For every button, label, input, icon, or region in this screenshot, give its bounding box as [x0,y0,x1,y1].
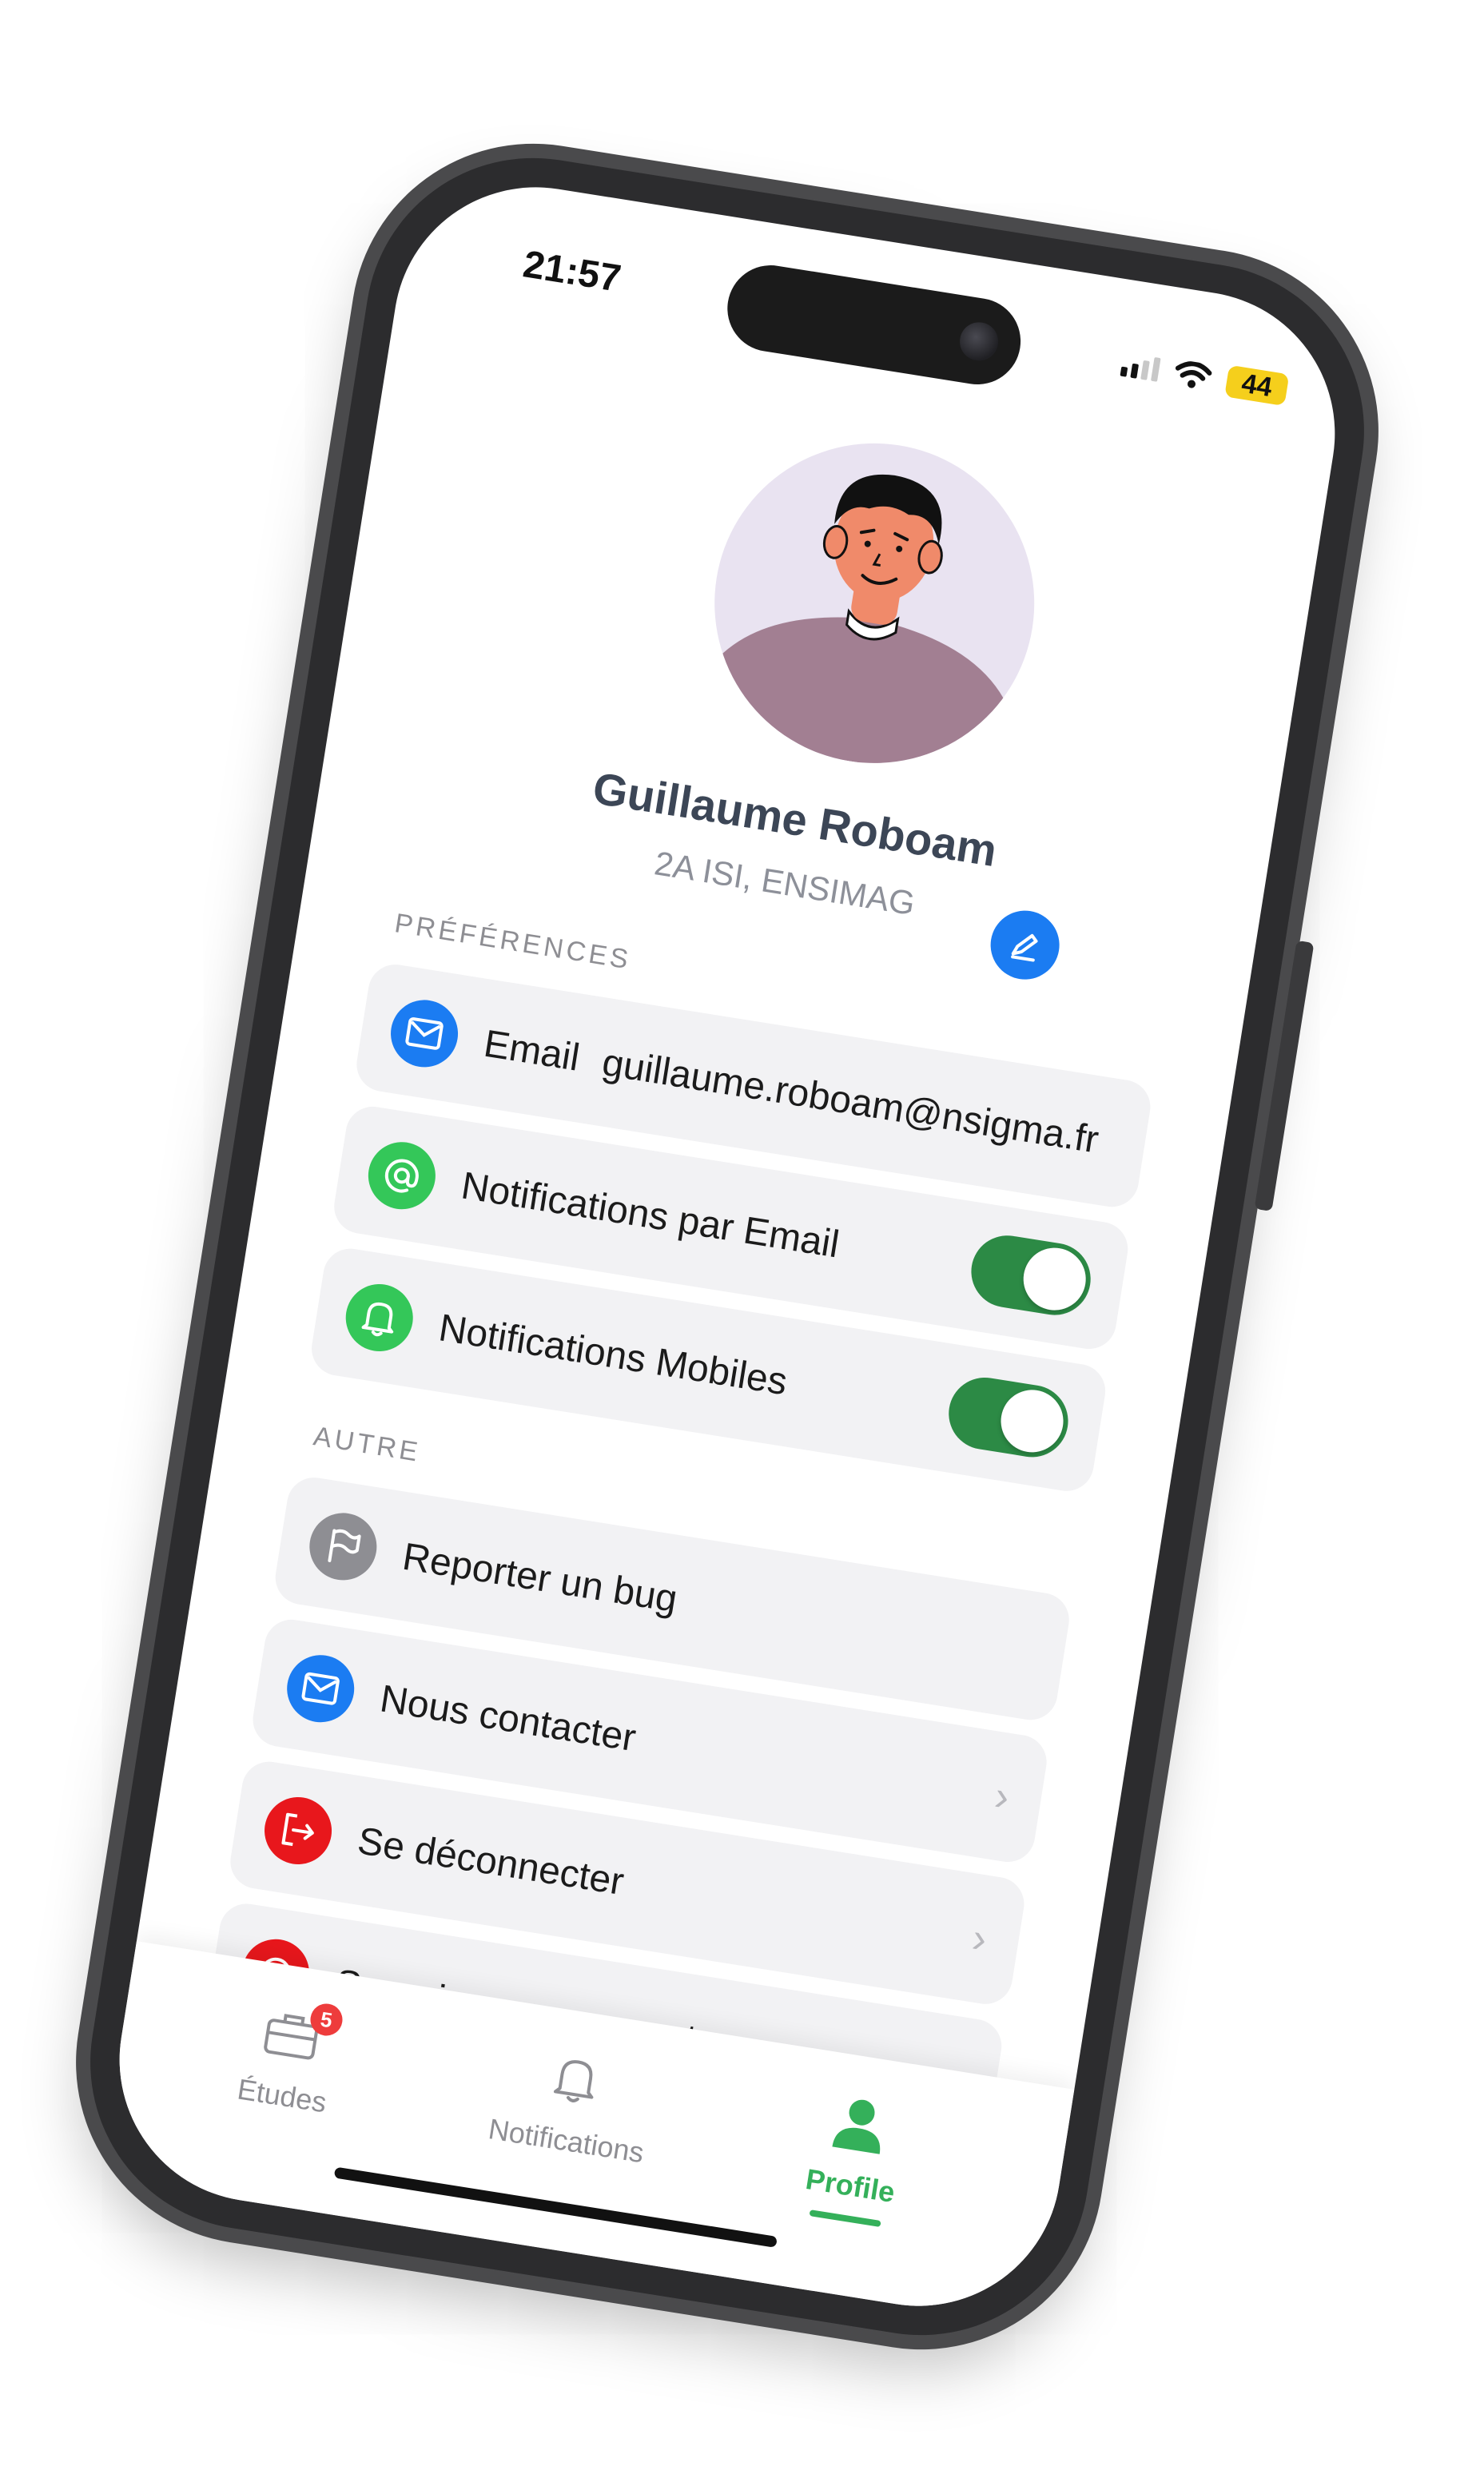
avatar[interactable] [691,420,1058,786]
notif-mobile-label: Notifications Mobiles [436,1306,790,1403]
section-title-preferences: PRÉFÉRENCES [392,908,634,976]
status-time: 21:57 [520,243,624,300]
stage: 21:57 44 Guillaume Roboam 2A ISI, ENSIMA… [0,0,1484,2474]
section-title-other: AUTRE [311,1421,424,1468]
at-icon [363,1137,440,1215]
mail-icon [385,995,464,1072]
phone-frame: 21:57 44 Guillaume Roboam 2A ISI, ENSIMA… [66,133,1389,2360]
chevron-right-icon: › [991,1772,1013,1821]
status-indicators: 44 [1120,348,1290,407]
tab-profile[interactable]: Profile [726,2070,985,2241]
email-label: Email [480,1022,583,1080]
pencil-icon [1011,933,1038,962]
chevron-right-icon: › [969,1915,990,1963]
signal-icon [1120,352,1161,382]
camera-icon [957,319,1001,364]
notif-mobile-toggle[interactable] [943,1372,1074,1462]
active-tab-indicator [809,2209,881,2228]
notif-email-label: Notifications par Email [458,1163,842,1266]
notif-email-toggle[interactable] [965,1230,1096,1321]
dynamic-island [721,259,1027,391]
wifi-icon [1175,361,1212,388]
tab-notifications[interactable]: Notifications [445,2025,700,2176]
side-button [1254,940,1315,1212]
logout-icon [259,1792,337,1870]
email-value: guillaume.roboam@nsigma.fr [599,1040,1102,1162]
mail-icon [282,1650,360,1728]
tab-etudes[interactable]: 5 Études [161,1980,416,2131]
battery-indicator: 44 [1224,364,1290,407]
logout-label: Se déconnecter [354,1819,627,1903]
report-bug-label: Reporter un bug [400,1535,681,1621]
contact-label: Nous contacter [377,1677,639,1760]
avatar-illustration [691,474,1017,786]
flag-icon [304,1508,382,1585]
phone-screen: 21:57 44 Guillaume Roboam 2A ISI, ENSIMA… [99,166,1355,2327]
bell-icon [340,1279,418,1357]
